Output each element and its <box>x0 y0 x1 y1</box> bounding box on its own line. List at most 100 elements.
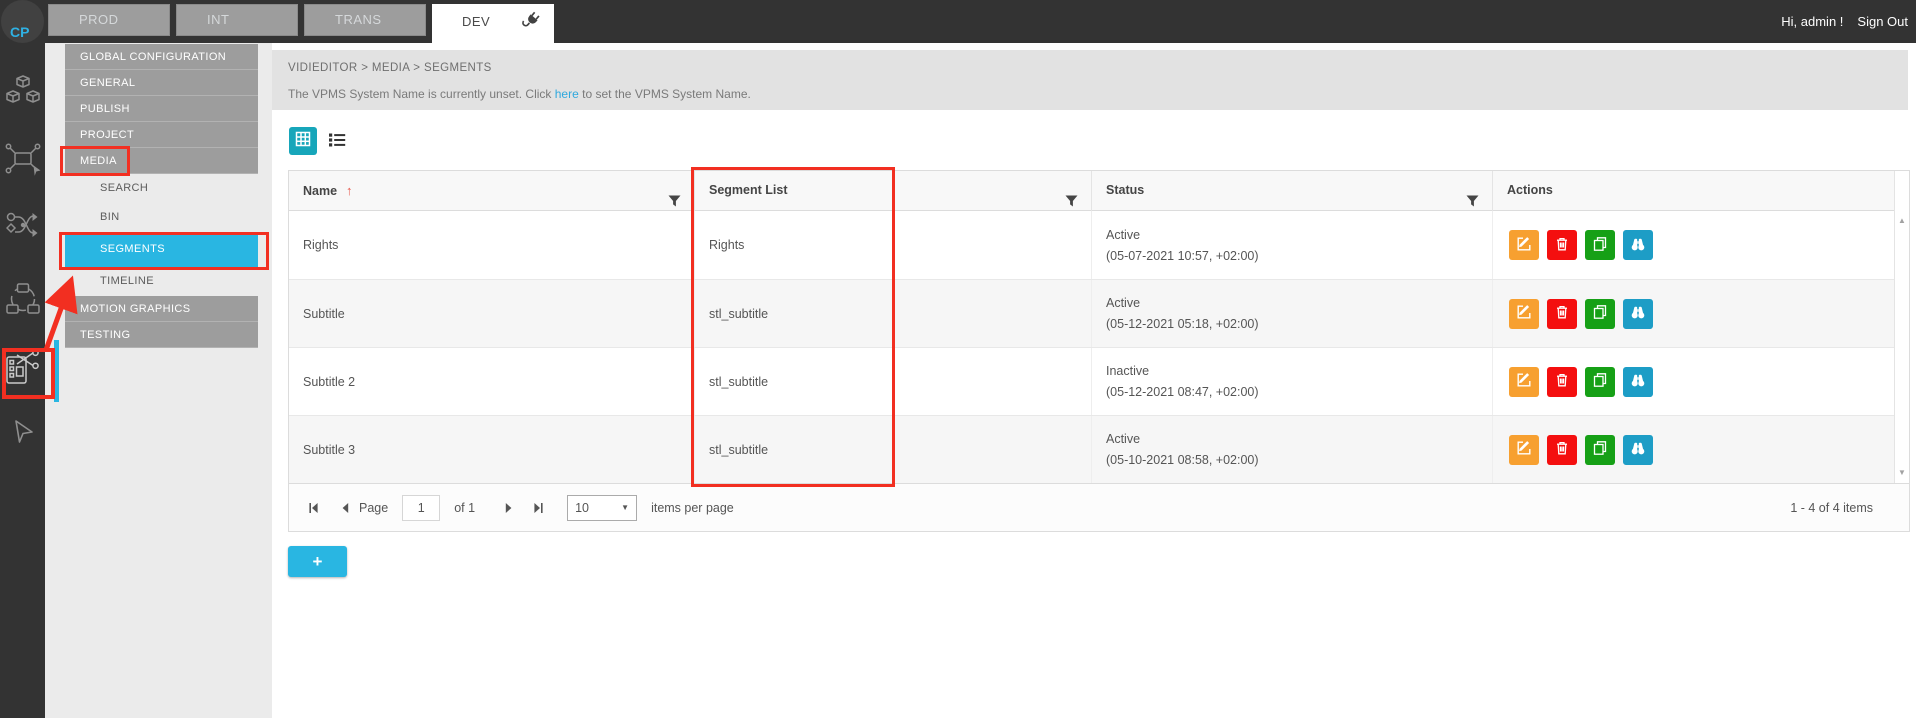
page-number-input[interactable] <box>402 495 440 521</box>
sort-asc-icon: ↑ <box>346 183 353 198</box>
cell-name: Subtitle 3 <box>289 416 694 483</box>
list-view-button[interactable] <box>328 132 346 148</box>
edit-button[interactable] <box>1509 435 1539 465</box>
next-page-button[interactable] <box>499 499 517 517</box>
cp-logo[interactable]: CP <box>1 0 44 43</box>
video-editor-icon[interactable] <box>4 350 42 391</box>
table-row: Subtitle 3 stl_subtitle Active (05-10-20… <box>289 415 1909 483</box>
env-tab-trans[interactable]: TRANS <box>304 4 426 36</box>
last-page-button[interactable] <box>529 499 547 517</box>
transfer-icon[interactable] <box>6 283 40 320</box>
sidebar-item-global-configuration[interactable]: GLOBAL CONFIGURATION <box>65 44 258 70</box>
notice-text-after: to set the VPMS System Name. <box>579 87 751 101</box>
copy-icon-button[interactable] <box>1585 435 1615 465</box>
delete-icon <box>1554 440 1570 459</box>
cell-actions <box>1492 416 1894 483</box>
player-icon[interactable] <box>10 419 36 450</box>
column-header-status[interactable]: Status <box>1091 171 1492 211</box>
sidebar-item-testing[interactable]: TESTING <box>65 322 258 348</box>
column-header-segment-list[interactable]: Segment List <box>694 171 1091 211</box>
copy-icon-button[interactable] <box>1585 367 1615 397</box>
edit-button[interactable] <box>1509 299 1539 329</box>
previous-page-button[interactable] <box>337 499 355 517</box>
cell-name: Subtitle <box>289 280 694 347</box>
cell-status: Active (05-07-2021 10:57, +02:00) <box>1091 211 1492 279</box>
edit-button[interactable] <box>1509 230 1539 260</box>
sidebar-item-motion-graphics[interactable]: MOTION GRAPHICS <box>65 296 258 322</box>
edit-icon <box>1516 440 1532 459</box>
table-header: Name↑ Segment List Status Actions <box>289 171 1909 211</box>
status-date: (05-10-2021 08:58, +02:00) <box>1106 453 1259 467</box>
column-header-segment-list-label: Segment List <box>709 183 788 197</box>
workflow-icon[interactable] <box>6 210 40 247</box>
user-area: Hi, admin ! Sign Out <box>1781 0 1908 43</box>
status-date: (05-07-2021 10:57, +02:00) <box>1106 249 1259 263</box>
env-tab-prod[interactable]: PROD <box>48 4 170 36</box>
table-scrollbar[interactable]: ▲ ▼ <box>1894 171 1909 483</box>
copy-icon <box>1592 304 1608 323</box>
modules-icon[interactable] <box>6 74 40 111</box>
sign-out-button[interactable]: Sign Out <box>1857 14 1908 29</box>
grid-view-button[interactable] <box>289 127 317 155</box>
edit-icon <box>1516 372 1532 391</box>
cell-name: Rights <box>289 211 694 279</box>
add-segment-button[interactable]: + <box>288 546 347 577</box>
page-label: Page <box>359 501 388 515</box>
status-text: Active <box>1106 432 1140 446</box>
sidebar-item-project[interactable]: PROJECT <box>65 122 258 148</box>
edit-button[interactable] <box>1509 367 1539 397</box>
status-date: (05-12-2021 05:18, +02:00) <box>1106 317 1259 331</box>
delete-button[interactable] <box>1547 435 1577 465</box>
items-per-page-label: items per page <box>651 501 734 515</box>
cell-status: Inactive (05-12-2021 08:47, +02:00) <box>1091 348 1492 415</box>
cell-actions <box>1492 348 1894 415</box>
notice-here-link[interactable]: here <box>555 87 579 101</box>
find-button[interactable] <box>1623 230 1653 260</box>
page-of-label: of 1 <box>454 501 475 515</box>
asset-network-icon[interactable] <box>5 142 41 181</box>
table-row: Subtitle 2 stl_subtitle Inactive (05-12-… <box>289 347 1909 415</box>
status-text: Active <box>1106 228 1140 242</box>
delete-button[interactable] <box>1547 367 1577 397</box>
first-page-button[interactable] <box>305 499 323 517</box>
delete-button[interactable] <box>1547 299 1577 329</box>
find-button[interactable] <box>1623 299 1653 329</box>
sidebar-item-bin[interactable]: BIN <box>65 203 258 232</box>
sidebar: GLOBAL CONFIGURATION GENERAL PUBLISH PRO… <box>45 43 272 718</box>
sidebar-item-search[interactable]: SEARCH <box>65 174 258 203</box>
list-view-icon <box>328 135 346 152</box>
page-size-select[interactable]: 10 ▼ <box>567 495 637 521</box>
sidebar-item-publish[interactable]: PUBLISH <box>65 96 258 122</box>
sidebar-item-segments[interactable]: SEGMENTS <box>65 232 258 267</box>
env-tab-dev[interactable]: DEV <box>432 4 554 43</box>
column-header-actions-label: Actions <box>1507 183 1553 197</box>
find-button[interactable] <box>1623 435 1653 465</box>
cell-segment-list: stl_subtitle <box>694 280 1091 347</box>
copy-icon <box>1592 372 1608 391</box>
cell-segment-list: Rights <box>694 211 1091 279</box>
delete-icon <box>1554 236 1570 255</box>
segments-table: Name↑ Segment List Status Actions <box>288 170 1910 484</box>
column-header-status-label: Status <box>1106 183 1144 197</box>
scroll-down-icon[interactable]: ▼ <box>1895 468 1909 477</box>
copy-icon-button[interactable] <box>1585 299 1615 329</box>
edit-icon <box>1516 236 1532 255</box>
column-header-actions: Actions <box>1492 171 1894 211</box>
find-icon <box>1630 440 1646 459</box>
delete-icon <box>1554 372 1570 391</box>
breadcrumb: VIDIEDITOR > MEDIA > SEGMENTS <box>288 62 492 74</box>
sidebar-item-general[interactable]: GENERAL <box>65 70 258 96</box>
copy-icon-button[interactable] <box>1585 230 1615 260</box>
scroll-up-icon[interactable]: ▲ <box>1895 216 1909 225</box>
pager: Page of 1 10 ▼ items per page 1 - 4 of 4… <box>288 484 1910 532</box>
cell-actions <box>1492 211 1894 279</box>
sidebar-item-media[interactable]: MEDIA <box>65 148 258 174</box>
env-tab-int[interactable]: INT <box>176 4 298 36</box>
items-range-label: 1 - 4 of 4 items <box>1790 484 1873 532</box>
column-header-name[interactable]: Name↑ <box>289 171 694 211</box>
table-row: Rights Rights Active (05-07-2021 10:57, … <box>289 211 1909 279</box>
sidebar-item-timeline[interactable]: TIMELINE <box>65 267 258 296</box>
status-text: Active <box>1106 296 1140 310</box>
find-button[interactable] <box>1623 367 1653 397</box>
delete-button[interactable] <box>1547 230 1577 260</box>
